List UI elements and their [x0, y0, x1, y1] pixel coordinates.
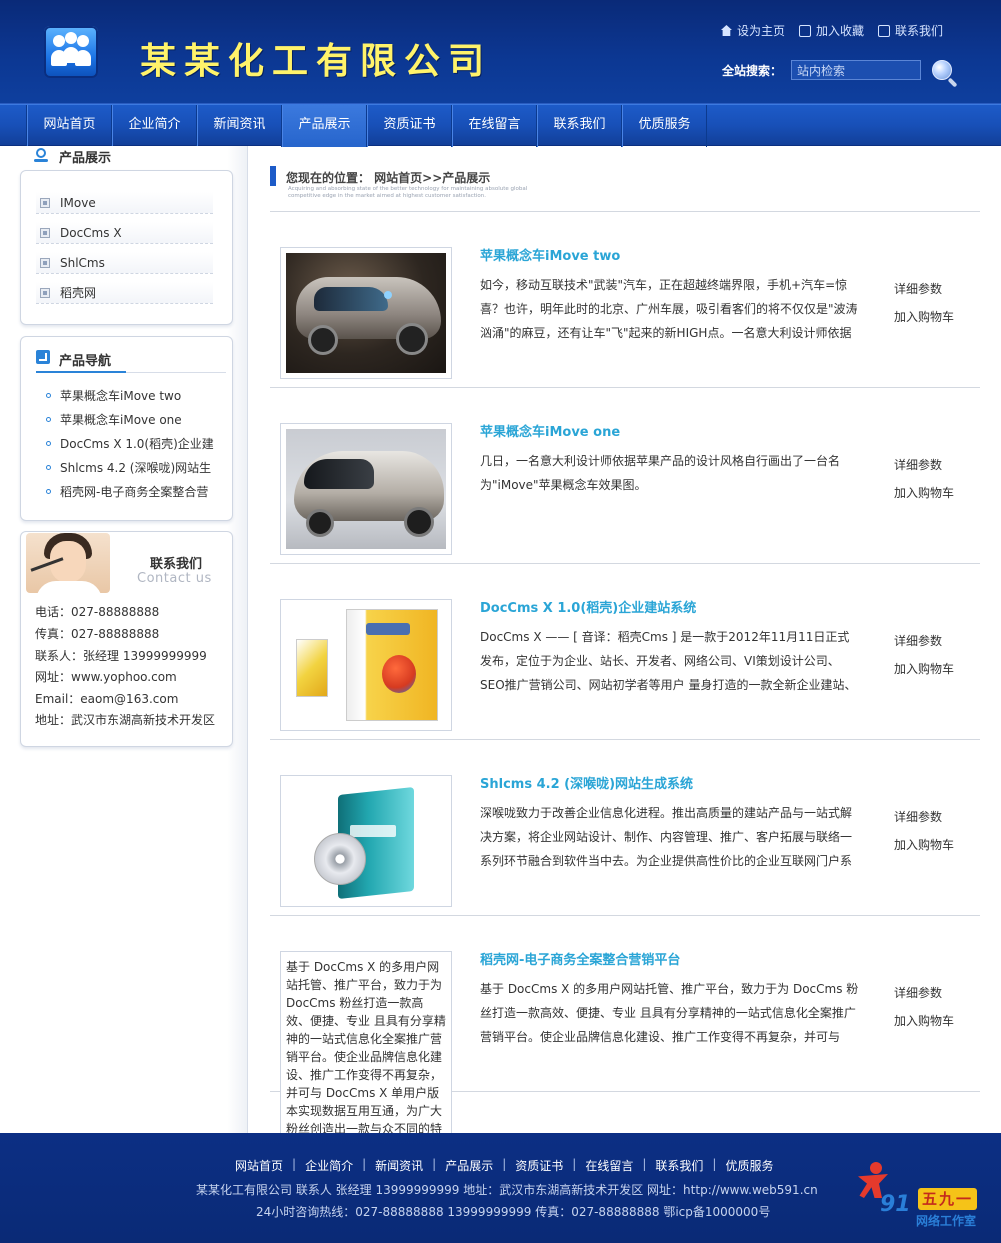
footer: 网站首页 | 企业简介 | 新闻资讯 | 产品展示 | 资质证书 | 在线留言 | 联系我们… [0, 1133, 1001, 1243]
product-description: 如今，移动互联技术"武装"汽车，正在超越终端界限，手机+汽车=惊喜？也许，明年此… [480, 278, 858, 340]
breadcrumb: 您现在的位置： 网站首页>>产品展示 [286, 171, 491, 185]
contact-address: 地址：武汉市东湖高新技术开发区 [35, 713, 216, 727]
detail-params-link[interactable]: 详细参数 [894, 808, 942, 825]
set-homepage-link[interactable]: 设为主页 [720, 22, 785, 39]
product-item: Shlcms 4.2 (深喉咙)网站生成系统 深喉咙致力于改善企业信息化进程。推… [270, 740, 980, 916]
footer-nav: 网站首页 | 企业简介 | 新闻资讯 | 产品展示 | 资质证书 | 在线留言 | 联系我们… [235, 1157, 774, 1174]
nav-item-contact[interactable]: 联系我们 [537, 105, 622, 147]
mail-icon [877, 24, 890, 37]
product-nav-title: 产品导航 [59, 354, 112, 369]
detail-params-link[interactable]: 详细参数 [894, 984, 942, 1001]
product-description: 几日，一名意大利设计师依据苹果产品的设计风格自行画出了一台名为"iMove"苹果… [480, 454, 841, 492]
category-item[interactable]: IMove [36, 192, 213, 214]
product-nav-item[interactable]: Shlcms 4.2 (深喉咙)网站生 [46, 459, 211, 476]
product-item: DocCms X 1.0(稻壳)企业建站系统 DocCms X —— [ 音译：… [270, 564, 980, 740]
product-title[interactable]: DocCms X 1.0(稻壳)企业建站系统 [480, 597, 696, 616]
detail-params-link[interactable]: 详细参数 [894, 280, 942, 297]
arrow-square-icon [36, 350, 50, 364]
nav-item-guestbook[interactable]: 在线留言 [452, 105, 537, 147]
product-title[interactable]: 苹果概念车iMove one [480, 421, 620, 440]
favorite-icon [798, 24, 811, 37]
category-bullet-icon [40, 227, 50, 238]
product-nav-item[interactable]: 苹果概念车iMove one [46, 411, 182, 428]
add-favorite-link[interactable]: 加入收藏 [798, 22, 864, 39]
footer-link-products[interactable]: 产品展示 [445, 1157, 493, 1174]
nav-item-services[interactable]: 优质服务 [622, 105, 707, 147]
category-item[interactable]: 稻壳网 [36, 282, 213, 304]
contact-website: 网址：www.yophoo.com [35, 670, 177, 684]
search-input[interactable] [791, 60, 921, 80]
bullet-icon [46, 465, 51, 470]
home-icon [720, 25, 732, 36]
nav-item-home[interactable]: 网站首页 [27, 105, 112, 147]
contact-email: Email：eaom@163.com [35, 692, 179, 706]
nav-item-products[interactable]: 产品展示 [282, 105, 367, 147]
detail-params-link[interactable]: 详细参数 [894, 456, 942, 473]
footer-link-services[interactable]: 优质服务 [725, 1157, 773, 1174]
product-image[interactable] [280, 599, 452, 731]
bullet-icon [46, 489, 51, 494]
product-title[interactable]: 苹果概念车iMove two [480, 245, 620, 264]
product-description: 基于 DocCms X 的多用户网站托管、推广平台，致力于为 DocCms 粉丝… [480, 982, 859, 1044]
footer-link-contact[interactable]: 联系我们 [655, 1157, 703, 1174]
category-bullet-icon [40, 287, 50, 298]
bullet-icon [46, 393, 51, 398]
search-button[interactable] [930, 58, 958, 88]
footer-hotline-info: 24小时咨询热线：027-88888888 13999999999 传真：027… [256, 1205, 771, 1219]
top-links: 设为主页 加入收藏 联系我们 [720, 22, 943, 39]
site-title: 某某化工有限公司 [140, 40, 493, 82]
breadcrumb-tagline: Acquiring and absorbing state of the bet… [288, 186, 528, 199]
category-bullet-icon [40, 257, 50, 268]
nav-item-news[interactable]: 新闻资讯 [197, 105, 282, 147]
search-icon [932, 60, 952, 80]
add-to-cart-link[interactable]: 加入购物车 [894, 1012, 954, 1029]
product-nav-item[interactable]: DocCms X 1.0(稻壳)企业建 [46, 435, 214, 452]
product-nav-item[interactable]: 苹果概念车iMove two [46, 387, 181, 404]
product-image-alt-text: 基于 DocCms X 的多用户网站托管、推广平台，致力于为 DocCms 粉丝… [280, 951, 452, 1133]
contact-title: 联系我们 [150, 557, 203, 572]
product-title[interactable]: 稻壳网-电子商务全案整合营销平台 [480, 949, 680, 968]
add-to-cart-link[interactable]: 加入购物车 [894, 484, 954, 501]
header: 某某化工有限公司 设为主页 加入收藏 联系我们 全站搜索： [0, 0, 1001, 104]
nav-item-about[interactable]: 企业简介 [112, 105, 197, 147]
search-label: 全站搜索： [722, 64, 783, 78]
product-item: 苹果概念车iMove two 如今，移动互联技术"武装"汽车，正在超越终端界限，… [270, 212, 980, 388]
product-image[interactable] [280, 423, 452, 555]
add-to-cart-link[interactable]: 加入购物车 [894, 836, 954, 853]
product-description: 深喉咙致力于改善企业信息化进程。推出高质量的建站产品与一站式解决方案，将企业网站… [480, 806, 853, 868]
footer-link-guestbook[interactable]: 在线留言 [585, 1157, 633, 1174]
footer-link-home[interactable]: 网站首页 [235, 1157, 283, 1174]
nav-item-certificates[interactable]: 资质证书 [367, 105, 452, 147]
footer-company-info: 某某化工有限公司 联系人 张经理 13999999999 地址：武汉市东湖高新技… [196, 1183, 818, 1197]
customer-service-avatar [26, 533, 110, 593]
category-item[interactable]: ShlCms [36, 252, 213, 274]
footer-link-news[interactable]: 新闻资讯 [375, 1157, 423, 1174]
category-bullet-icon [40, 197, 50, 208]
contact-us-link[interactable]: 联系我们 [877, 22, 943, 39]
detail-params-link[interactable]: 详细参数 [894, 632, 942, 649]
product-description: DocCms X —— [ 音译：稻壳Cms ] 是一款于2012年11月11日… [480, 630, 857, 692]
footer-link-about[interactable]: 企业简介 [305, 1157, 353, 1174]
product-image[interactable] [280, 247, 452, 379]
product-image[interactable] [280, 775, 452, 907]
products-box-title: 产品展示 [59, 151, 112, 166]
location-pin-icon [34, 148, 48, 162]
product-item: 苹果概念车iMove one 几日，一名意大利设计师依据苹果产品的设计风格自行画… [270, 388, 980, 564]
contact-phone: 电话：027-88888888 [35, 605, 160, 619]
contact-fax: 传真：027-88888888 [35, 627, 160, 641]
product-nav-item[interactable]: 稻壳网-电子商务全案整合营 [46, 483, 208, 500]
bullet-icon [46, 417, 51, 422]
company-logo-icon[interactable] [44, 26, 98, 78]
main-nav: 网站首页 企业简介 新闻资讯 产品展示 资质证书 在线留言 联系我们 优质服务 [0, 104, 1001, 147]
category-item[interactable]: DocCms X [36, 222, 213, 244]
product-title[interactable]: Shlcms 4.2 (深喉咙)网站生成系统 [480, 773, 693, 792]
bullet-icon [46, 441, 51, 446]
add-to-cart-link[interactable]: 加入购物车 [894, 308, 954, 325]
add-to-cart-link[interactable]: 加入购物车 [894, 660, 954, 677]
footer-link-certificates[interactable]: 资质证书 [515, 1157, 563, 1174]
studio-logo: 91 五九一 网络工作室 [852, 1160, 992, 1230]
contact-subtitle: Contact us [137, 571, 212, 586]
contact-person: 联系人：张经理 13999999999 [35, 649, 207, 663]
